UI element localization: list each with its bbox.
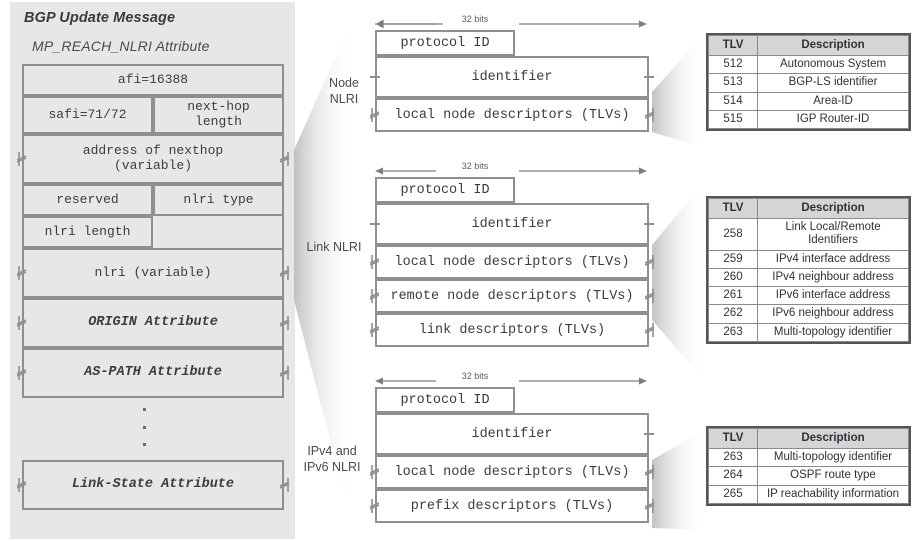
ip-nlri-row-identifier: identifier: [375, 413, 649, 455]
cell-tlv-code: 261: [708, 286, 758, 306]
cell-tlv-description: IP reachability information: [757, 484, 909, 504]
tlv-table-prefix: TLV Description 263 Multi-topology identifi…: [706, 426, 911, 506]
ip-nlri-row-prefix-descriptors: prefix descriptors (TLVs): [375, 489, 649, 523]
field-afi: afi=16388: [22, 64, 284, 96]
vertical-ellipsis: [142, 408, 146, 446]
field-link-state-attribute: Link-State Attribute: [22, 460, 284, 510]
table-row: 262 IPv6 neighbour address: [708, 304, 909, 324]
edge-tick: [644, 223, 654, 225]
field-next-hop-length: next-hop length: [153, 96, 284, 134]
table-row: 258 Link Local/Remote Identifiers: [708, 218, 909, 251]
field-as-path-attribute: AS-PATH Attribute: [22, 348, 284, 398]
cell-tlv-description: IPv4 neighbour address: [757, 267, 909, 288]
cell-tlv-description: OSPF route type: [757, 466, 909, 486]
panel-subtitle: MP_REACH_NLRI Attribute: [32, 38, 210, 54]
column-header-tlv: TLV: [708, 427, 758, 450]
width-arrow-link: [375, 167, 647, 175]
middle-to-table-connectors: [652, 34, 704, 530]
cell-tlv-code: 258: [708, 218, 758, 251]
width-arrow-ip: [375, 377, 647, 385]
cell-tlv-code: 263: [708, 322, 758, 342]
node-nlri-row-local-node-descriptors: local node descriptors (TLVs): [375, 98, 649, 132]
edge-tick: [370, 223, 380, 225]
cell-tlv-code: 264: [708, 466, 758, 486]
cell-tlv-code: 514: [708, 91, 758, 111]
group-label-link-nlri: Link NLRI: [306, 240, 362, 254]
table-row: 514 Area-ID: [708, 91, 909, 111]
node-nlri-row-identifier: identifier: [375, 56, 649, 98]
field-reserved: reserved: [22, 184, 153, 216]
cell-tlv-code: 513: [708, 73, 758, 93]
table-row: 261 IPv6 interface address: [708, 286, 909, 306]
table-row: 513 BGP-LS identifier: [708, 73, 909, 93]
cell-tlv-description: Autonomous System: [757, 55, 909, 75]
column-header-tlv: TLV: [708, 34, 758, 57]
table-header-row: TLV Description: [708, 427, 909, 450]
page-title: BGP Update Message: [24, 10, 176, 26]
cell-tlv-description: Multi-topology identifier: [757, 448, 909, 468]
field-nlri-type: nlri type: [153, 184, 284, 216]
link-nlri-row-link-descriptors: link descriptors (TLVs): [375, 313, 649, 347]
cell-tlv-description: IPv4 interface address: [757, 249, 909, 269]
table-row: 515 IGP Router-ID: [708, 109, 909, 130]
width-arrow-node: [375, 19, 647, 29]
cell-tlv-description: IPv6 interface address: [757, 286, 909, 306]
cell-tlv-code: 515: [708, 109, 758, 130]
field-nlri-variable: nlri (variable): [22, 248, 284, 298]
cell-tlv-description: BGP-LS identifier: [757, 73, 909, 93]
field-origin-attribute: ORIGIN Attribute: [22, 298, 284, 348]
table-header-row: TLV Description: [708, 34, 909, 57]
cell-tlv-code: 265: [708, 484, 758, 504]
group-label-ipv4-ipv6-nlri: IPv4 and IPv6 NLRI: [303, 444, 361, 474]
cell-tlv-description: Link Local/Remote Identifiers: [757, 218, 909, 251]
column-header-tlv: TLV: [708, 197, 758, 220]
field-safi: safi=71/72: [22, 96, 153, 134]
cell-tlv-code: 512: [708, 55, 758, 75]
table-row: 260 IPv4 neighbour address: [708, 267, 909, 288]
tlv-table-link: TLV Description 258 Link Local/Remote Ident…: [706, 196, 911, 344]
link-nlri-row-identifier: identifier: [375, 203, 649, 245]
field-nlri-length-filler: [153, 216, 284, 248]
cell-tlv-description: IPv6 neighbour address: [757, 304, 909, 324]
ip-nlri-row-protocol-id: protocol ID: [375, 387, 515, 413]
cell-tlv-description: Area-ID: [757, 91, 909, 111]
table-row: 512 Autonomous System: [708, 55, 909, 75]
node-nlri-row-protocol-id: protocol ID: [375, 30, 515, 56]
bgp-update-message-panel: BGP Update Message MP_REACH_NLRI Attribu…: [10, 2, 295, 539]
table-header-row: TLV Description: [708, 197, 909, 220]
column-header-description: Description: [757, 197, 909, 220]
cell-tlv-description: Multi-topology identifier: [757, 322, 909, 342]
edge-tick: [370, 76, 380, 78]
field-nlri-length: nlri length: [22, 216, 153, 248]
edge-tick: [644, 76, 654, 78]
cell-tlv-code: 259: [708, 249, 758, 269]
table-row: 263 Multi-topology identifier: [708, 448, 909, 468]
link-nlri-row-protocol-id: protocol ID: [375, 177, 515, 203]
table-row: 265 IP reachability information: [708, 484, 909, 504]
column-header-description: Description: [757, 34, 909, 57]
tlv-table-node: TLV Description 512 Autonomous System 513 BGP…: [706, 33, 911, 132]
table-row: 259 IPv4 interface address: [708, 249, 909, 269]
column-header-description: Description: [757, 427, 909, 450]
field-address-of-nexthop: address of nexthop (variable): [22, 134, 284, 184]
table-row: 264 OSPF route type: [708, 466, 909, 486]
link-nlri-row-local-node-descriptors: local node descriptors (TLVs): [375, 245, 649, 279]
edge-tick: [644, 433, 654, 435]
cell-tlv-description: IGP Router-ID: [757, 109, 909, 130]
cell-tlv-code: 260: [708, 267, 758, 288]
group-label-node-nlri: Node NLRI: [329, 76, 359, 106]
table-row: 263 Multi-topology identifier: [708, 322, 909, 342]
link-nlri-row-remote-node-descriptors: remote node descriptors (TLVs): [375, 279, 649, 313]
ip-nlri-row-local-node-descriptors: local node descriptors (TLVs): [375, 455, 649, 489]
cell-tlv-code: 263: [708, 448, 758, 468]
cell-tlv-code: 262: [708, 304, 758, 324]
